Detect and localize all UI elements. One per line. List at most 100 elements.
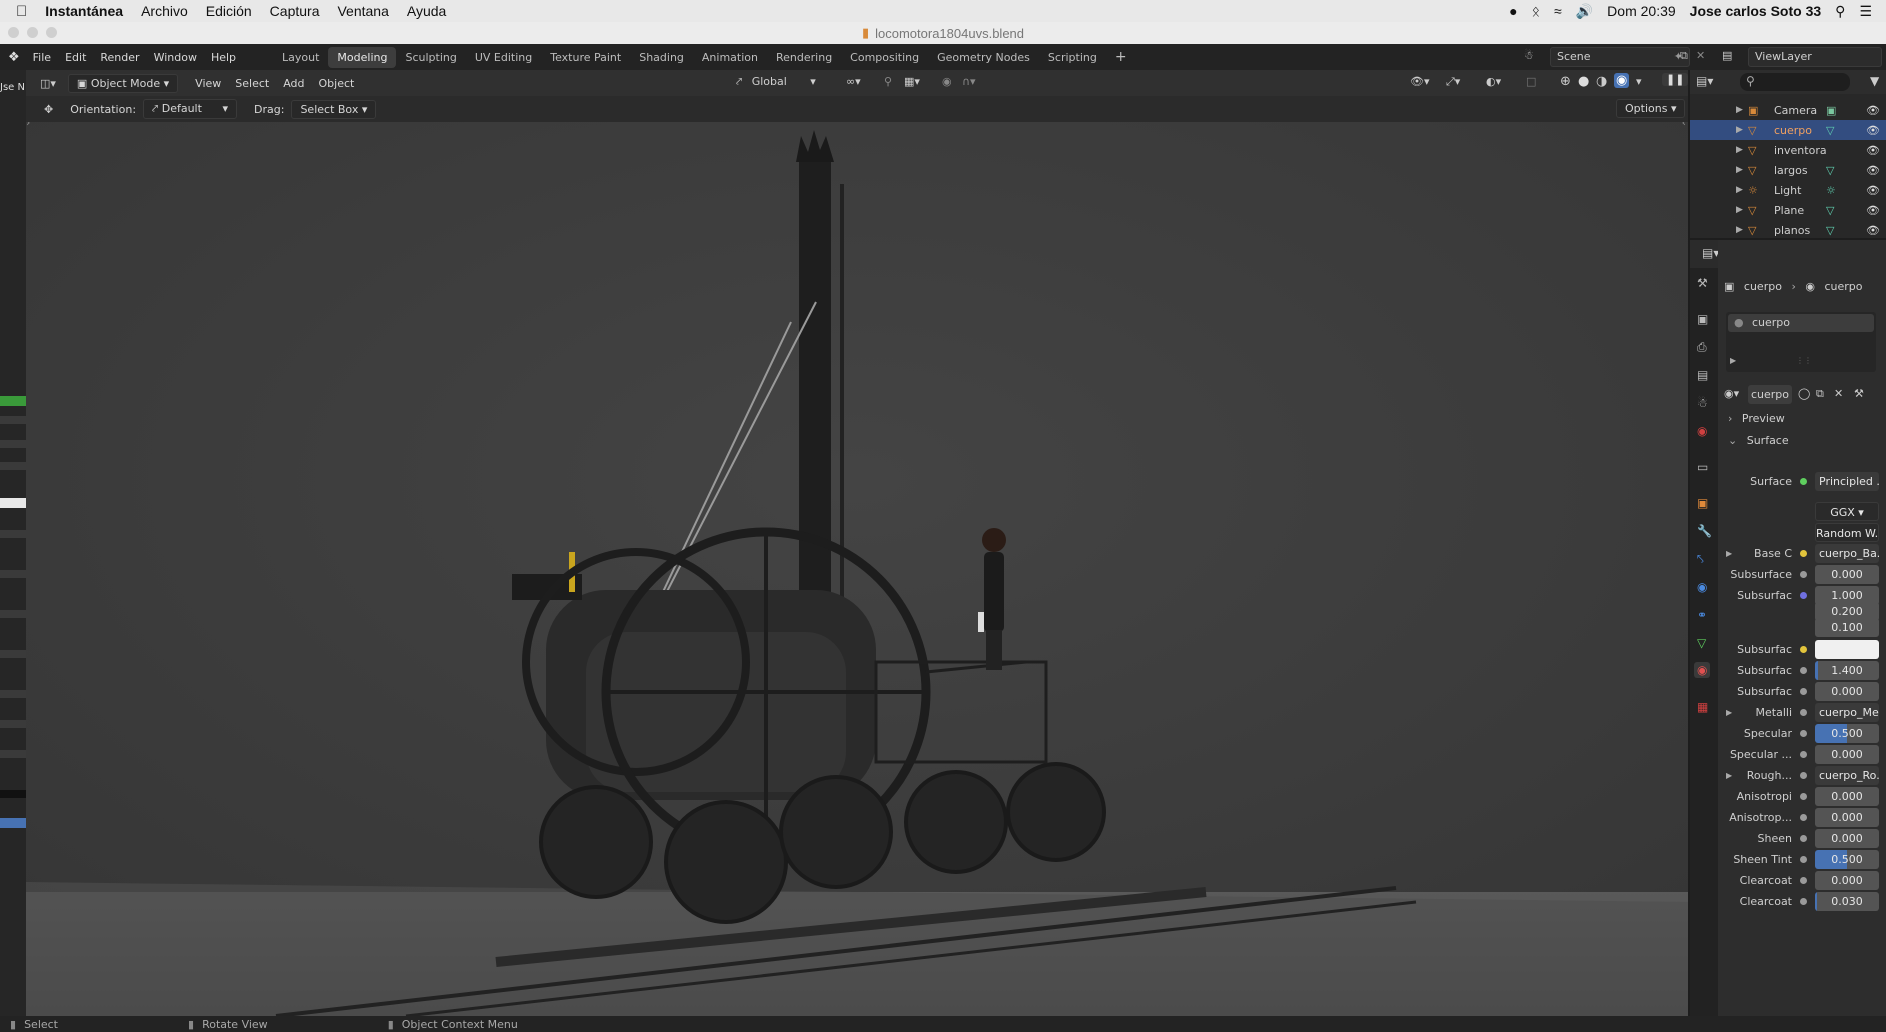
toolbar-slot[interactable] [0, 498, 26, 508]
menu-window[interactable]: Window [147, 51, 204, 64]
menu-object[interactable]: Object [312, 77, 362, 90]
tab-scripting[interactable]: Scripting [1039, 47, 1106, 68]
property-value-field[interactable]: 0.000 [1815, 681, 1879, 701]
tool-tab-icon[interactable]: ⚒ [1697, 276, 1708, 290]
socket-dot-icon[interactable] [1800, 708, 1807, 716]
property-value-field[interactable]: 0.000 [1815, 828, 1879, 848]
tab-geometry-nodes[interactable]: Geometry Nodes [928, 47, 1039, 68]
property-dropdown[interactable]: GGX ▾ [1815, 501, 1879, 521]
scene-icon[interactable]: ☃ [1524, 49, 1534, 62]
proportional-edit-icon[interactable]: ◉ [942, 75, 952, 88]
shading-options-icon[interactable]: ▾ [1636, 75, 1642, 88]
particles-tab-icon[interactable]: ⤣ [1697, 552, 1704, 567]
material-shading-icon[interactable]: ◑ [1596, 74, 1607, 89]
socket-dot-icon[interactable] [1800, 834, 1807, 842]
socket-dot-icon[interactable] [1800, 813, 1807, 821]
outliner-search-input[interactable]: ⚲ [1740, 73, 1850, 91]
socket-dot-icon[interactable] [1800, 792, 1807, 800]
eye-icon[interactable]: 👁 [1866, 164, 1880, 177]
property-value-field[interactable]: 0.000 [1815, 807, 1879, 827]
panel-preview-header[interactable]: › Preview [1728, 412, 1785, 425]
property-value-field[interactable]: Principled ... [1815, 471, 1879, 491]
mac-menu-ayuda[interactable]: Ayuda [407, 3, 446, 19]
resize-handle-icon[interactable]: ⋮⋮ [1796, 356, 1812, 365]
mac-menu-captura[interactable]: Captura [270, 3, 320, 19]
outliner-item-largos[interactable]: ▶ ▽ largos ▽ 👁 [1690, 160, 1886, 180]
toolbar-slot[interactable] [0, 610, 26, 618]
outliner-item-inventora[interactable]: ▶ ▽ inventora 👁 [1690, 140, 1886, 160]
view-layer-tab-icon[interactable]: ▤ [1697, 368, 1708, 382]
render-tab-icon[interactable]: ▣ [1697, 312, 1708, 326]
material-tab-icon[interactable]: ◉ [1694, 662, 1711, 678]
material-browse-icon[interactable]: ◉▾ [1724, 387, 1739, 400]
tab-sculpting[interactable]: Sculpting [396, 47, 465, 68]
menu-add[interactable]: Add [276, 77, 311, 90]
expand-arrow-icon[interactable]: ▶ [1730, 356, 1736, 365]
socket-dot-icon[interactable] [1800, 897, 1807, 905]
toolbar-slot[interactable] [0, 690, 26, 698]
eye-icon[interactable]: 👁 [1866, 204, 1880, 217]
rendered-shading-icon[interactable]: ◉ [1614, 73, 1630, 88]
menu-select[interactable]: Select [228, 77, 276, 90]
property-value-field[interactable]: cuerpo_Ba... [1815, 543, 1879, 563]
tab-shading[interactable]: Shading [630, 47, 693, 68]
property-value-field[interactable]: 0.000 [1815, 870, 1879, 890]
tab-uv-editing[interactable]: UV Editing [466, 47, 541, 68]
socket-dot-icon[interactable] [1800, 876, 1807, 884]
duplicate-material-icon[interactable]: ⧉ [1816, 387, 1824, 401]
toolbar-slot[interactable] [0, 720, 26, 728]
property-value-field[interactable]: cuerpo_Ro... [1815, 765, 1879, 785]
data-tab-icon[interactable]: ▽ [1697, 636, 1706, 650]
menu-file[interactable]: File [26, 51, 58, 64]
socket-dot-icon[interactable] [1800, 477, 1807, 485]
3d-viewport[interactable]: › ‹ [26, 122, 1688, 1016]
properties-editor-icon[interactable]: ▤▾ [1702, 246, 1719, 260]
close-window-button[interactable] [8, 27, 19, 38]
apple-icon[interactable]:  [16, 3, 27, 20]
socket-dot-icon[interactable] [1800, 570, 1807, 578]
expand-arrow-icon[interactable]: ▶ [1736, 165, 1743, 175]
tab-animation[interactable]: Animation [693, 47, 767, 68]
tab-compositing[interactable]: Compositing [841, 47, 928, 68]
overlay-icon[interactable]: ◐▾ [1486, 75, 1501, 88]
control-center-icon[interactable]: ☰ [1859, 3, 1872, 20]
toolbar-slot[interactable] [0, 440, 26, 448]
transform-orientation-selector[interactable]: ⤤ Global ▾ [736, 75, 816, 89]
eye-icon[interactable]: 👁 [1866, 184, 1880, 197]
expand-arrow-icon[interactable]: ▶ [1736, 225, 1743, 235]
outliner-item-camera[interactable]: ▶ ▣ Camera ▣ 👁 [1690, 100, 1886, 120]
viewport-scene[interactable] [26, 122, 1688, 1016]
pivot-icon[interactable]: ∞▾ [846, 75, 861, 88]
physics-tab-icon[interactable]: ◉ [1697, 580, 1707, 594]
toolbar-slot[interactable] [0, 530, 26, 538]
blender-logo-icon[interactable]: ❖ [8, 50, 20, 65]
view-layer-icon[interactable]: ▤ [1722, 49, 1732, 62]
creative-cloud-icon[interactable]: ● [1509, 3, 1517, 19]
minimize-window-button[interactable] [27, 27, 38, 38]
toolbar-expand-icon[interactable]: › [26, 122, 30, 129]
falloff-icon[interactable]: ∩▾ [962, 75, 976, 88]
app-name[interactable]: Instantánea [45, 3, 123, 19]
mac-menu-archivo[interactable]: Archivo [141, 3, 188, 19]
collection-tab-icon[interactable]: ▭ [1697, 460, 1708, 474]
socket-dot-icon[interactable] [1800, 729, 1807, 737]
toolbar-slot[interactable] [0, 818, 26, 828]
move-tool-icon[interactable]: ✥ [44, 103, 53, 116]
menu-render[interactable]: Render [93, 51, 146, 64]
wifi-icon[interactable]: ≈ [1554, 3, 1562, 19]
unlink-material-icon[interactable]: ✕ [1834, 387, 1843, 400]
property-value-field[interactable]: 0.500 [1815, 723, 1879, 743]
clock[interactable]: Dom 20:39 [1607, 3, 1675, 19]
outliner-item-plane[interactable]: ▶ ▽ Plane ▽ 👁 [1690, 200, 1886, 220]
pause-render-icon[interactable]: ❚❚ [1662, 73, 1689, 86]
outliner-item-light[interactable]: ▶ ☼ Light ☼ 👁 [1690, 180, 1886, 200]
pin-icon[interactable]: ⚒ [1854, 387, 1864, 400]
mac-menu-edicion[interactable]: Edición [206, 3, 252, 19]
zoom-window-button[interactable] [46, 27, 57, 38]
modifier-tab-icon[interactable]: 🔧 [1697, 524, 1712, 538]
view-layer-selector[interactable]: ViewLayer [1748, 47, 1882, 67]
drag-selector[interactable]: Select Box ▾ [291, 99, 377, 119]
solid-shading-icon[interactable]: ● [1578, 74, 1589, 89]
property-value-field[interactable]: 0.500 [1815, 849, 1879, 869]
property-value-field[interactable]: 0.000 [1815, 564, 1879, 584]
